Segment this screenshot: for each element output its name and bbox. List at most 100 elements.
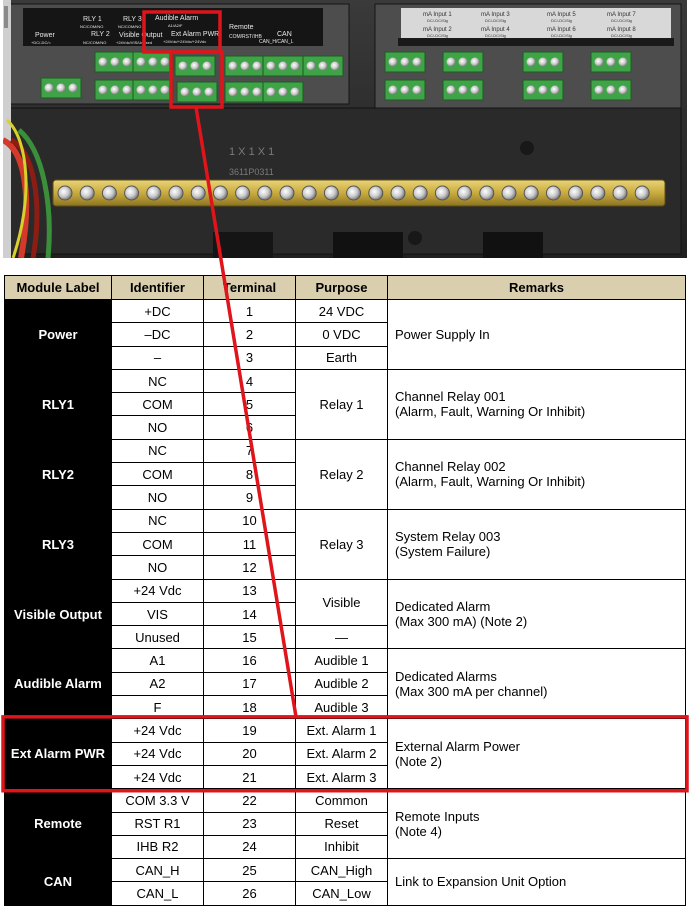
busbar-screw	[168, 185, 184, 201]
busbar-screw	[235, 185, 251, 201]
remote-photo-label: Remote	[229, 24, 254, 31]
purpose-cell: Audible 3	[295, 695, 388, 720]
terminal-screw	[458, 85, 468, 95]
identifier-cell: COM	[111, 531, 204, 557]
terminal-screw	[228, 87, 238, 97]
terminal-screw	[180, 87, 190, 97]
terminal-screw	[388, 85, 398, 95]
terminal-screw	[306, 61, 316, 71]
identifier-cell: CAN_H	[111, 858, 204, 883]
rly3-photo-label: RLY 3	[123, 16, 142, 23]
remarks-line: Dedicated Alarm	[395, 599, 491, 614]
identifier-cell: +24 Vdc	[111, 718, 204, 743]
terminal-screw	[400, 85, 410, 95]
busbar-screw	[590, 185, 606, 201]
identifier-cell: NO	[111, 415, 204, 440]
header-purpose: Purpose	[295, 275, 388, 300]
header-terminal: Terminal	[203, 275, 296, 300]
terminal-cell: 2	[203, 322, 296, 347]
terminal-wiring-table: Module Label Identifier Terminal Purpose…	[4, 275, 686, 906]
terminal-block-lower	[132, 79, 174, 101]
remarks-line: (Max 300 mA) (Note 2)	[395, 614, 528, 629]
table-row: RLY3 NC 10 Relay 3 System Relay 003 (System F…	[4, 508, 686, 580]
terminal-cell: 16	[203, 648, 296, 673]
terminal-block-power	[40, 77, 82, 99]
purpose-cell: Relay 2	[295, 438, 388, 510]
module-label-cell: RLY3	[4, 508, 112, 580]
terminal-screw	[68, 83, 78, 93]
purpose-cell: —	[295, 625, 388, 650]
terminal-screw	[458, 57, 468, 67]
terminal-screw	[400, 57, 410, 67]
terminal-screw	[538, 57, 548, 67]
terminal-screw	[204, 87, 214, 97]
terminal-cell: 20	[203, 741, 296, 766]
busbar-screw	[523, 185, 539, 201]
purpose-cell: Audible 2	[295, 671, 388, 697]
terminal-block-upper	[132, 51, 174, 73]
terminal-cell: 21	[203, 764, 296, 790]
terminal-screw	[550, 85, 560, 95]
purpose-cell: 24 VDC	[295, 298, 388, 324]
terminal-cell: 22	[203, 788, 296, 813]
identifier-cell: NC	[111, 438, 204, 464]
board-code-2: 3611P0311	[229, 167, 274, 177]
terminal-screw	[290, 87, 300, 97]
terminal-block-upper	[174, 55, 216, 77]
identifier-cell: F	[111, 695, 204, 720]
terminal-screw	[160, 57, 170, 67]
table-header-row: Module Label Identifier Terminal Purpose…	[4, 275, 686, 300]
terminal-cell: 13	[203, 578, 296, 603]
terminal-screw	[526, 57, 536, 67]
remarks-cell: Dedicated Alarms (Max 300 mA per channel)	[387, 648, 686, 720]
terminal-screw	[202, 61, 212, 71]
remarks-cell: Power Supply In	[387, 299, 686, 370]
terminal-screw	[44, 83, 54, 93]
terminal-screw	[526, 85, 536, 95]
module-label-cell: Ext Alarm PWR	[4, 718, 112, 790]
terminal-block-upper	[224, 55, 266, 77]
terminal-block-ma-upper	[522, 51, 564, 73]
ma-input-sublabel: DC/-DC/Sig	[485, 18, 506, 23]
terminal-cell: 12	[203, 555, 296, 580]
busbar-screw	[390, 185, 406, 201]
remarks-line: Link to Expansion Unit Option	[395, 874, 567, 890]
terminal-block-ma-lower	[442, 79, 484, 101]
remarks-line: (Alarm, Fault, Warning Or Inhibit)	[395, 404, 586, 420]
identifier-cell: +24 Vdc	[111, 741, 204, 766]
module-label-cell: Visible Output	[4, 578, 112, 650]
terminal-screw	[98, 57, 108, 67]
module-label-cell: Audible Alarm	[4, 648, 112, 720]
terminal-cell: 24	[203, 834, 296, 860]
terminal-cell: 6	[203, 415, 296, 440]
audible-alarm-photo-sublabel: A1/A2/F	[168, 23, 183, 28]
remarks-line: Remote Inputs	[395, 808, 480, 824]
header-remarks: Remarks	[387, 275, 686, 300]
remarks-line: Channel Relay 002	[395, 459, 506, 475]
ma-input-sublabel: DC/-DC/Sig	[551, 18, 572, 23]
module-label-cell: CAN	[4, 858, 112, 906]
ma-input-sublabel: DC/-DC/Sig	[485, 33, 506, 38]
terminal-cell: 4	[203, 368, 296, 394]
terminal-screw	[278, 61, 288, 71]
terminal-cell: 10	[203, 508, 296, 533]
identifier-cell: +DC	[111, 298, 204, 324]
module-label-cell: Power	[4, 299, 112, 370]
terminal-block-ma-lower	[522, 79, 564, 101]
remarks-cell: Channel Relay 002 (Alarm, Fault, Warning …	[387, 438, 686, 510]
terminal-block-lower	[94, 79, 136, 101]
terminal-board-image: RLY 1 NC/COM/NO RLY 3 NC/COM/NO RLY 2 Po…	[3, 0, 687, 258]
remarks-line: Channel Relay 001	[395, 389, 506, 405]
table-row: Ext Alarm PWR +24 Vdc 19 Ext. Alarm 1 Extern…	[4, 718, 686, 790]
purpose-cell: Relay 3	[295, 508, 388, 580]
terminal-screw	[240, 87, 250, 97]
busbar-screw	[368, 185, 384, 201]
terminal-screw	[618, 85, 628, 95]
purpose-cell: Ext. Alarm 1	[295, 718, 388, 743]
busbar-screw	[545, 185, 561, 201]
terminal-cell: 18	[203, 695, 296, 720]
module-label-cell: RLY1	[4, 368, 112, 440]
terminal-screw	[148, 85, 158, 95]
terminal-cell: 15	[203, 625, 296, 650]
remarks-line: External Alarm Power	[395, 738, 520, 754]
